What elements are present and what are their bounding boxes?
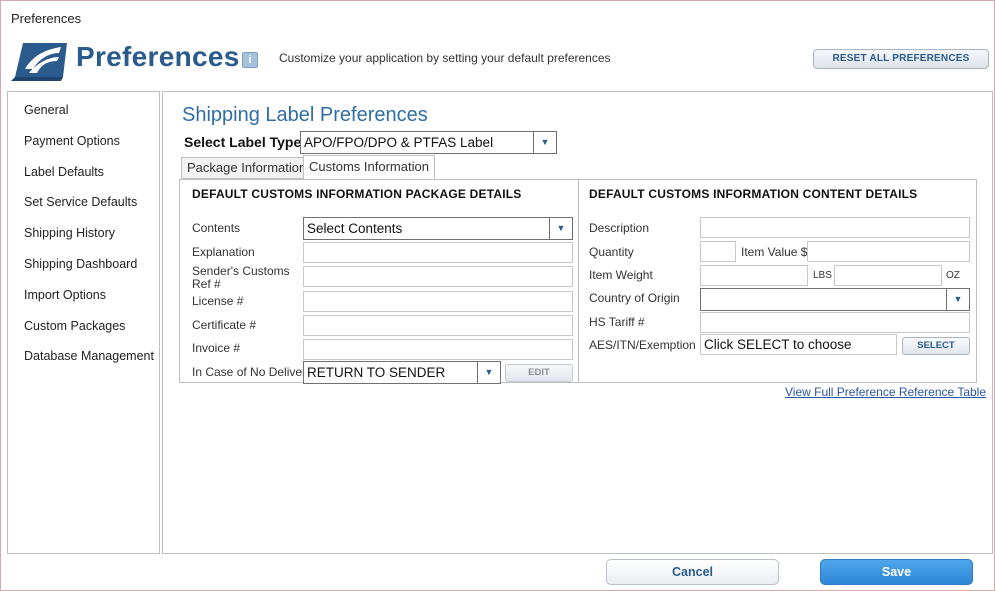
license-label: License # (192, 294, 244, 308)
chevron-down-icon: ▼ (946, 289, 969, 310)
save-button[interactable]: Save (820, 559, 973, 585)
sidebar-item-database-management[interactable]: Database Management (24, 349, 154, 363)
aes-itn-exemption-field[interactable]: Click SELECT to choose (700, 334, 897, 355)
explanation-label: Explanation (192, 245, 255, 259)
senders-customs-ref-field[interactable] (303, 266, 573, 287)
chevron-down-icon: ▼ (477, 362, 500, 383)
content-details-title: DEFAULT CUSTOMS INFORMATION CONTENT DETA… (589, 187, 918, 201)
header: Preferences i Customize your application… (1, 35, 995, 87)
select-button[interactable]: SELECT (902, 337, 970, 355)
quantity-label: Quantity (589, 245, 634, 259)
certificate-label: Certificate # (192, 318, 257, 332)
no-delivery-value: RETURN TO SENDER (307, 365, 446, 380)
usps-eagle-logo-icon (11, 43, 67, 81)
item-weight-label: Item Weight (589, 268, 653, 282)
tab-customs-information[interactable]: Customs Information (303, 155, 435, 180)
lbs-label: LBS (813, 270, 832, 281)
hs-tariff-label: HS Tariff # (589, 315, 645, 329)
chevron-down-icon: ▼ (549, 218, 572, 239)
sidebar-item-custom-packages[interactable]: Custom Packages (24, 319, 125, 333)
cancel-button[interactable]: Cancel (606, 559, 779, 585)
page-title: Shipping Label Preferences (182, 104, 428, 126)
panel-divider (578, 180, 579, 383)
preferences-window: Preferences Preferences i Customize your… (0, 0, 995, 591)
main-content: Shipping Label Preferences Select Label … (162, 91, 993, 554)
reset-all-preferences-button[interactable]: RESET ALL PREFERENCES (813, 49, 989, 69)
tab-package-information[interactable]: Package Information (181, 157, 313, 179)
license-field[interactable] (303, 291, 573, 312)
chevron-down-icon: ▼ (533, 132, 556, 153)
oz-label: OZ (946, 270, 960, 281)
certificate-field[interactable] (303, 315, 573, 336)
weight-lbs-field[interactable] (700, 265, 808, 286)
header-subtitle: Customize your application by setting yo… (279, 51, 611, 65)
country-of-origin-select[interactable]: ▼ (700, 288, 970, 311)
sidebar-item-shipping-dashboard[interactable]: Shipping Dashboard (24, 257, 137, 271)
senders-customs-ref-label-line2: Ref # (192, 277, 221, 291)
edit-button[interactable]: EDIT (505, 364, 573, 382)
sidebar-item-label-defaults[interactable]: Label Defaults (24, 165, 104, 179)
hs-tariff-field[interactable] (700, 312, 970, 333)
info-icon[interactable]: i (242, 52, 258, 68)
description-field[interactable] (700, 217, 970, 238)
sidebar-item-shipping-history[interactable]: Shipping History (24, 226, 115, 240)
label-type-select[interactable]: APO/FPO/DPO & PTFAS Label ▼ (300, 131, 557, 154)
explanation-field[interactable] (303, 242, 573, 263)
quantity-field[interactable] (700, 241, 736, 262)
app-title: Preferences (76, 41, 240, 72)
no-delivery-label: In Case of No Delivery (192, 365, 313, 379)
sidebar-item-general[interactable]: General (24, 103, 68, 117)
invoice-label: Invoice # (192, 341, 241, 355)
package-details-title: DEFAULT CUSTOMS INFORMATION PACKAGE DETA… (192, 187, 522, 201)
senders-customs-ref-label: Sender's Customs Ref # (192, 265, 290, 291)
customs-information-panel: DEFAULT CUSTOMS INFORMATION PACKAGE DETA… (179, 179, 977, 384)
country-of-origin-label: Country of Origin (589, 291, 680, 305)
contents-value: Select Contents (307, 221, 403, 236)
no-delivery-select[interactable]: RETURN TO SENDER ▼ (303, 361, 501, 384)
item-value-label: Item Value $ (741, 245, 808, 259)
sidebar-item-import-options[interactable]: Import Options (24, 288, 106, 302)
sidebar-item-payment-options[interactable]: Payment Options (24, 134, 120, 148)
label-type-value: APO/FPO/DPO & PTFAS Label (304, 135, 494, 150)
sidebar-item-set-service-defaults[interactable]: Set Service Defaults (24, 195, 137, 209)
label-type-label: Select Label Type: (184, 134, 306, 150)
view-reference-table-link[interactable]: View Full Preference Reference Table (785, 385, 986, 399)
sidebar: General Payment Options Label Defaults S… (7, 91, 160, 554)
item-value-field[interactable] (807, 241, 970, 262)
aes-itn-exemption-label: AES/ITN/Exemption (589, 338, 696, 352)
contents-select[interactable]: Select Contents ▼ (303, 217, 573, 240)
window-title: Preferences (11, 11, 82, 26)
contents-label: Contents (192, 221, 241, 235)
description-label: Description (589, 221, 650, 235)
invoice-field[interactable] (303, 339, 573, 360)
weight-oz-field[interactable] (834, 265, 942, 286)
